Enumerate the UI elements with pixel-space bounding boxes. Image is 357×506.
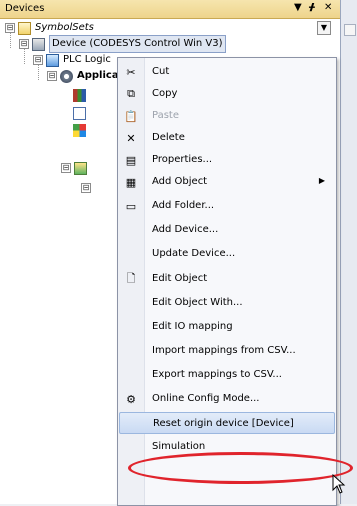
tree-node-label: SymbolSets <box>35 22 94 33</box>
menu-item-icon-slot <box>124 344 138 358</box>
menu-item-add-device[interactable]: Add Device... <box>119 219 335 241</box>
panel-title: Devices <box>5 3 45 14</box>
menu-item-import-mappings-from-csv[interactable]: Import mappings from CSV... <box>119 340 335 362</box>
menu-item-label: Edit Object <box>152 273 208 284</box>
menu-item-label: Online Config Mode... <box>152 393 260 404</box>
menu-item-label: Edit Object With... <box>152 297 243 308</box>
menu-item-copy[interactable]: ⧉ Copy <box>119 83 335 105</box>
menu-item-add-folder[interactable]: ▭ Add Folder... <box>119 195 335 217</box>
menu-item-label: Export mappings to CSV... <box>152 369 282 380</box>
folder-icon <box>18 21 31 35</box>
menu-item-label: Simulation <box>152 441 206 452</box>
tree-node-visualization[interactable] <box>73 122 90 138</box>
paste-icon: 📋 <box>124 109 138 123</box>
delete-icon: ✕ <box>126 131 136 145</box>
devices-panel-titlebar: Devices ▼ ᚋ ✕ <box>0 0 340 19</box>
menu-item-icon-slot <box>124 296 138 310</box>
menu-item-label: Add Object <box>152 176 208 187</box>
tree-node-device[interactable]: ⊟ Device (CODESYS Control Win V3) <box>19 35 226 53</box>
menu-item-online-config-mode[interactable]: ⚙ Online Config Mode... <box>119 388 335 410</box>
tree-node-symbolsets[interactable]: ⊟ SymbolSets ▼ <box>5 20 339 36</box>
scissors-icon: ✂ <box>126 65 136 79</box>
collapse-icon[interactable]: ⊟ <box>47 71 57 81</box>
menu-item-update-device[interactable]: Update Device... <box>119 243 335 265</box>
tree-node-label: Device (CODESYS Control Win V3) <box>49 35 226 53</box>
collapse-icon[interactable]: ⊟ <box>81 183 91 193</box>
visualization-icon <box>73 123 86 137</box>
menu-item-icon-slot <box>124 320 138 334</box>
menu-item-export-mappings-to-csv[interactable]: Export mappings to CSV... <box>119 364 335 386</box>
menu-item-label: Cut <box>152 66 170 77</box>
menu-item-label: Import mappings from CSV... <box>152 345 296 356</box>
menu-item-reset-origin-device-device[interactable]: Reset origin device [Device] <box>119 412 335 434</box>
edit-object-icon: 🗋 <box>126 271 136 285</box>
device-icon <box>32 37 45 51</box>
menu-item-label: Add Folder... <box>152 200 215 211</box>
collapse-icon[interactable]: ⊟ <box>5 23 15 33</box>
tree-node-program[interactable] <box>73 105 90 121</box>
menu-item-label: Edit IO mapping <box>152 321 233 332</box>
menu-item-label: Update Device... <box>152 248 236 259</box>
menu-item-delete[interactable]: ✕ Delete <box>119 127 335 149</box>
menu-item-icon-slot <box>124 368 138 382</box>
menu-item-properties[interactable]: ▤ Properties... <box>119 149 335 171</box>
menu-item-label: Reset origin device [Device] <box>153 418 294 429</box>
mouse-pointer-icon <box>332 474 346 494</box>
library-manager-icon <box>73 88 86 102</box>
highlight-ellipse <box>128 452 353 484</box>
collapse-icon[interactable]: ⊟ <box>19 39 29 49</box>
menu-item-icon-slot <box>124 440 138 454</box>
tree-node-library-manager[interactable] <box>73 87 90 103</box>
collapse-icon[interactable]: ⊟ <box>61 163 71 173</box>
menu-item-icon-slot <box>124 223 138 237</box>
side-strip <box>341 0 357 504</box>
tree-node-plc-logic[interactable]: ⊟ PLC Logic <box>33 52 111 68</box>
application-icon <box>60 69 73 83</box>
program-icon <box>73 106 86 120</box>
online-config-icon: ⚙ <box>126 392 136 406</box>
menu-item-label: Delete <box>152 132 185 143</box>
menu-item-label: Copy <box>152 88 178 99</box>
properties-icon: ▤ <box>125 153 137 167</box>
strip-button[interactable] <box>344 24 356 36</box>
tree-node-label: PLC Logic <box>63 54 111 65</box>
menu-item-add-object[interactable]: ▦ Add Object ▶ <box>119 171 335 193</box>
menu-item-label: Add Device... <box>152 224 219 235</box>
menu-item-icon-slot <box>124 247 138 261</box>
copy-icon: ⧉ <box>127 87 135 100</box>
submenu-arrow-icon: ▶ <box>318 176 325 185</box>
collapse-icon[interactable]: ⊟ <box>33 55 43 65</box>
menu-item-label: Paste <box>152 110 179 121</box>
close-icon[interactable]: ✕ <box>324 2 332 13</box>
menu-item-edit-object-with[interactable]: Edit Object With... <box>119 292 335 314</box>
context-menu: ✂ Cut ⧉ Copy 📋 Paste ✕ Delete ▤ Properties... ▦ Add… <box>117 57 337 506</box>
menu-item-cut[interactable]: ✂ Cut <box>119 61 335 83</box>
menu-item-edit-io-mapping[interactable]: Edit IO mapping <box>119 316 335 338</box>
folder-icon: ▭ <box>125 199 137 213</box>
panel-dropdown-icon[interactable]: ▼ <box>294 2 302 13</box>
plc-logic-icon <box>46 53 59 67</box>
menu-item-paste[interactable]: 📋 Paste <box>119 105 335 127</box>
tree-node-task[interactable]: ⊟ <box>81 180 94 196</box>
tree-node-task-configuration[interactable]: ⊟ <box>61 160 91 176</box>
pin-icon[interactable]: ᚋ <box>309 2 315 13</box>
menu-item-label: Properties... <box>152 154 213 165</box>
menu-item-edit-object[interactable]: 🗋 Edit Object <box>119 268 335 290</box>
add-object-icon: ▦ <box>125 175 137 189</box>
tree-dropdown-icon[interactable]: ▼ <box>317 21 331 35</box>
task-configuration-icon <box>74 161 87 175</box>
menu-item-icon-slot <box>125 417 139 431</box>
